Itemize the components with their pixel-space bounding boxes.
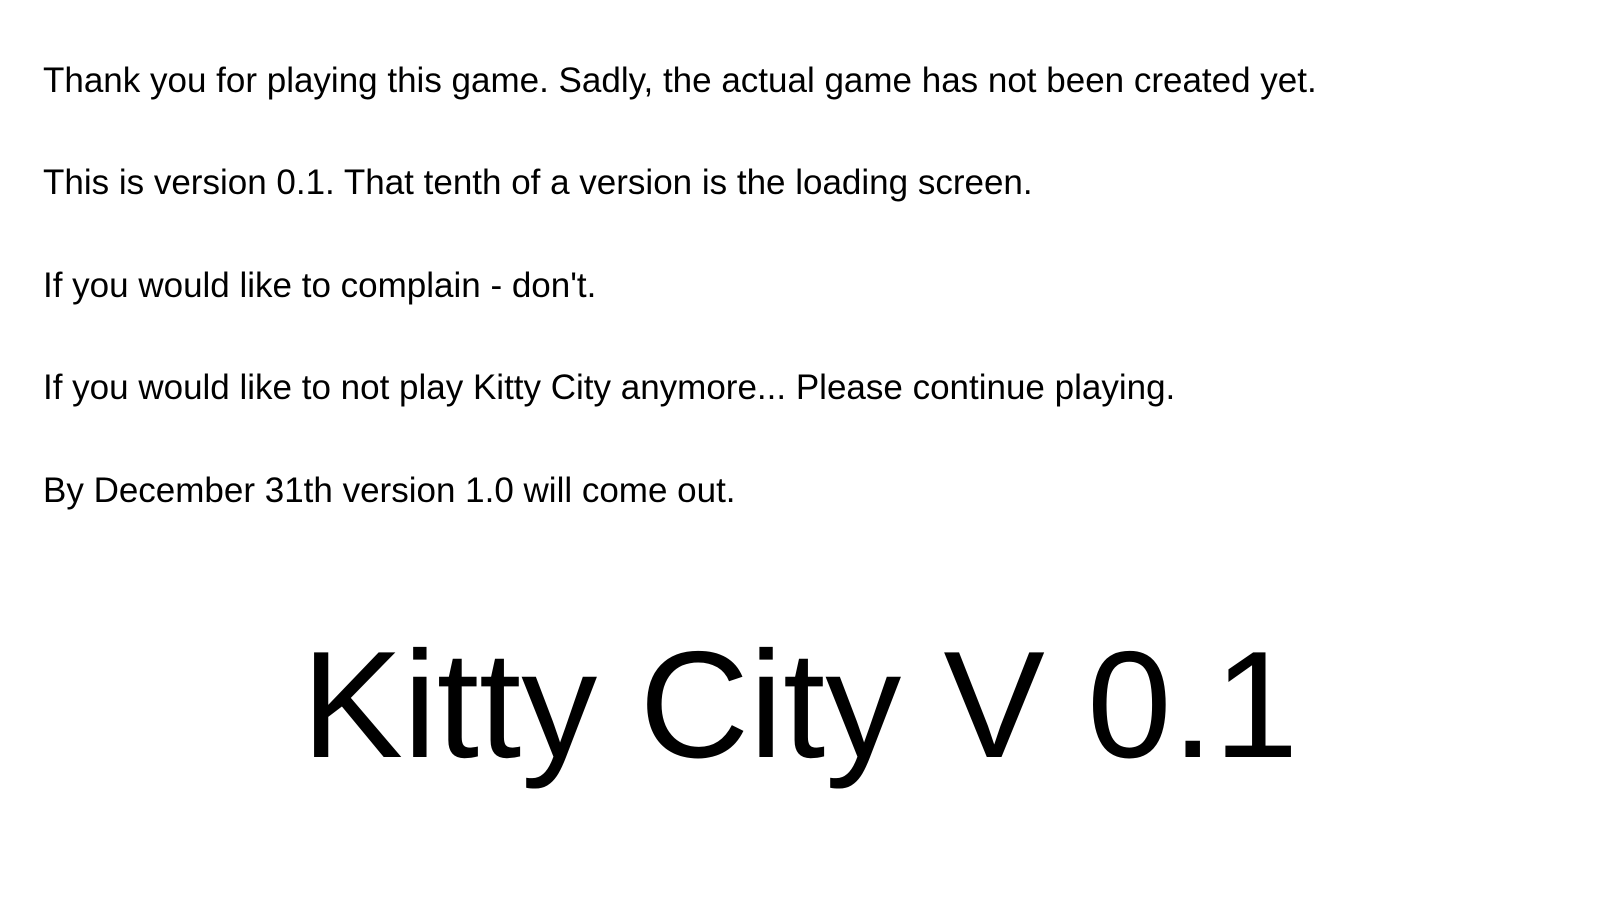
game-title: Kitty City V 0.1 <box>301 620 1299 790</box>
intro-line-complain: If you would like to complain - don't. <box>43 266 597 305</box>
intro-line-thank-you: Thank you for playing this game. Sadly, … <box>43 61 1317 100</box>
intro-line-release-date: By December 31th version 1.0 will come o… <box>43 471 736 510</box>
intro-line-continue-playing: If you would like to not play Kitty City… <box>43 368 1176 407</box>
intro-line-version: This is version 0.1. That tenth of a ver… <box>43 163 1033 202</box>
